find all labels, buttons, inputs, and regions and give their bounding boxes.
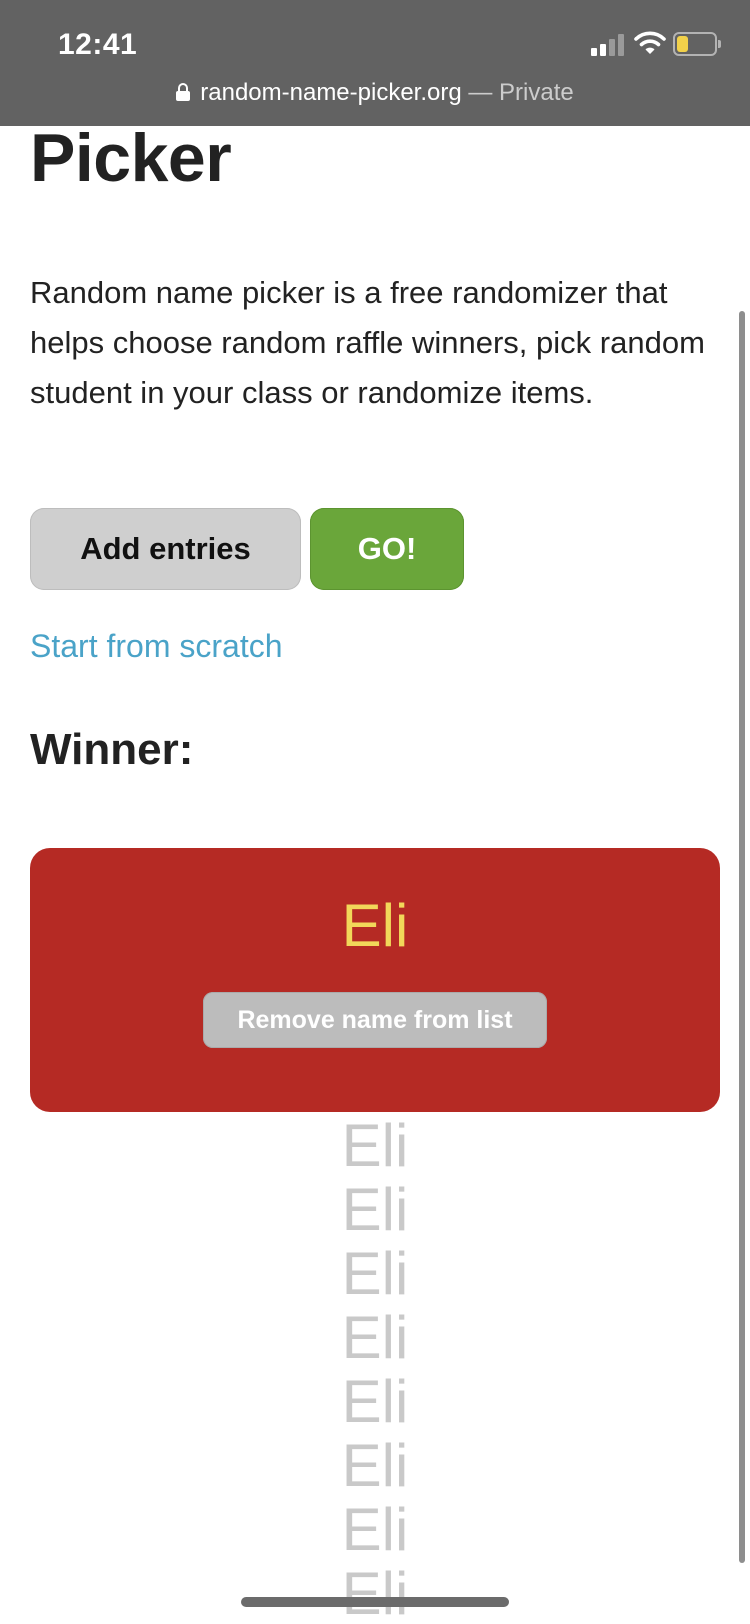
list-item: Eli [341,1560,409,1624]
winner-heading: Winner: [30,725,194,774]
wifi-icon [634,31,666,54]
list-item: Eli [341,1496,409,1563]
remove-name-button[interactable]: Remove name from list [203,992,547,1048]
address-bar[interactable]: random-name-picker.org — Private [0,77,750,109]
name-list: Eli Eli Eli Eli Eli Eli Eli Eli [0,1114,750,1624]
address-separator: — [468,79,493,106]
page-content: Random Name Picker Random name picker is… [0,0,750,1624]
page-description: Random name picker is a free randomizer … [30,275,705,410]
list-item: Eli [341,1432,409,1499]
go-button[interactable]: GO! [310,508,464,590]
winner-name: Eli [341,892,409,959]
home-indicator[interactable] [241,1597,509,1607]
browser-top-bar: 12:41 random-name-picker.org — Private [0,0,750,126]
list-item: Eli [341,1368,409,1435]
status-time: 12:41 [58,28,138,61]
scrollbar-thumb[interactable] [739,311,745,1563]
address-url: random-name-picker.org [200,79,462,106]
list-item: Eli [341,1112,409,1179]
winner-box: Eli Remove name from list [30,848,720,1112]
battery-icon [673,32,721,56]
list-item: Eli [341,1240,409,1307]
signal-icon [591,34,625,56]
list-item: Eli [341,1176,409,1243]
add-entries-button[interactable]: Add entries [30,508,301,590]
vertical-scrollbar[interactable] [736,126,750,1596]
start-from-scratch-link[interactable]: Start from scratch [30,626,283,666]
action-buttons: Add entries GO! [30,508,464,590]
lock-icon [176,83,191,101]
private-mode-label: Private [499,79,574,106]
list-item: Eli [341,1304,409,1371]
